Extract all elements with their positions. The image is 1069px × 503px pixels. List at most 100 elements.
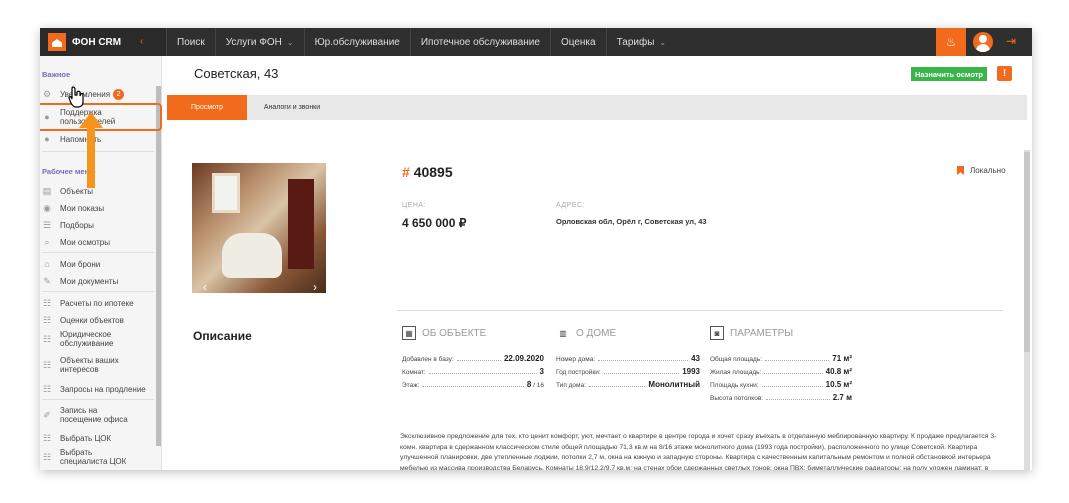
- row-value: 2.7 м: [832, 393, 852, 402]
- nav-legal-label: Юр.обслуживание: [314, 36, 400, 48]
- object-id: # 40895: [402, 164, 453, 180]
- dots: [765, 355, 830, 361]
- sidebar-item-notifications[interactable]: ⚙ Уведомления 2: [42, 89, 154, 100]
- row-label: Жилая площадь:: [710, 369, 762, 376]
- row-value: 1993: [682, 367, 700, 376]
- local-label: Локально: [970, 166, 1006, 175]
- chevron-down-icon: ⌄: [286, 37, 294, 47]
- top-navbar: ФОН CRM ‹ Поиск Услуги ФОН ⌄ Юр.обслужива…: [40, 28, 1032, 56]
- params-heading-text: ПАРАМЕТРЫ: [730, 327, 794, 339]
- about-house-heading-text: О ДОМЕ: [576, 327, 617, 339]
- object-photo[interactable]: ‹ ›: [192, 163, 326, 293]
- photo-door: [288, 179, 314, 269]
- object-card: ‹ › # 40895 Локально ЦЕНА: 4 650 000 ₽ А…: [167, 120, 1027, 470]
- params-heading: ◙ ПАРАМЕТРЫ: [710, 326, 793, 340]
- about-object-heading-text: ОБ ОБЪЕКТЕ: [422, 327, 487, 339]
- dots: [588, 381, 646, 387]
- list-icon: ☷: [42, 297, 52, 308]
- avatar[interactable]: [973, 32, 993, 52]
- main-area: Советская, 43 Назначить осмотр ! Просмот…: [162, 56, 1032, 470]
- alert-button[interactable]: !: [997, 66, 1012, 81]
- nav-valuation[interactable]: Оценка: [549, 28, 606, 56]
- row-label: Номер дома:: [556, 356, 596, 363]
- sidebar-item-valuations[interactable]: ☷ Оценки объектов: [42, 315, 154, 325]
- nav-tariffs[interactable]: Тарифы ⌄: [605, 28, 677, 56]
- list-icon: ☷: [42, 333, 52, 344]
- row-label: Этаж:: [402, 382, 420, 389]
- notifications-bell-icon[interactable]: ♨: [936, 28, 966, 56]
- sidebar-item-extension-requests[interactable]: ☷ Запросы на продление: [42, 384, 154, 394]
- document-icon: ▤: [42, 185, 52, 196]
- price-value: 4 650 000 ₽: [402, 216, 467, 230]
- sidebar-item-my-showings[interactable]: ◉ Мои показы: [42, 203, 154, 213]
- list-icon: ☷: [42, 359, 52, 370]
- gear-icon: ⚙: [42, 89, 52, 99]
- tab-view[interactable]: Просмотр: [167, 95, 247, 120]
- row-house-number: Номер дома: 43: [556, 354, 700, 363]
- sidebar-item-mortgage-calc[interactable]: ☷ Расчеты по ипотеке: [42, 298, 154, 308]
- row-suffix: / 16: [533, 382, 544, 389]
- sidebar-item-label: Выбрать специалиста ЦОК: [60, 448, 127, 466]
- list-icon: ☷: [42, 383, 52, 394]
- pen-icon: ✐: [43, 409, 51, 420]
- search-icon: ⌕: [44, 236, 50, 247]
- dots: [766, 394, 830, 400]
- row-value: 22.09.2020: [503, 354, 544, 363]
- sidebar-item-legal[interactable]: ☷ Юридическое обслуживание: [42, 330, 154, 348]
- row-label: Площадь кухни:: [710, 382, 759, 389]
- sidebar-item-label: Мои показы: [60, 203, 105, 213]
- nav-search-label: Поиск: [177, 36, 205, 48]
- lock-icon: ⌂: [44, 259, 50, 269]
- list-icon: ☷: [42, 432, 52, 443]
- sidebar-item-my-inspections[interactable]: ⌕ Мои осмотры: [42, 237, 154, 247]
- main-scroll-thumb[interactable]: [1024, 152, 1030, 352]
- row-label: Комнат:: [402, 369, 426, 376]
- row-label: Высота потолков:: [710, 395, 764, 402]
- logo[interactable]: ФОН CRM ‹: [40, 28, 166, 56]
- sidebar-item-label: Подборы: [60, 220, 94, 230]
- sidebar-scrollbar[interactable]: [156, 86, 161, 446]
- row-value: 8: [526, 380, 532, 389]
- sidebar-item-my-documents[interactable]: ✎ Мои документы: [42, 276, 154, 286]
- sidebar-item-choose-specialist[interactable]: ☷ Выбрать специалиста ЦОК: [42, 448, 154, 466]
- sidebar-item-label: Запросы на продление: [60, 384, 146, 394]
- chevron-left-icon[interactable]: ‹: [198, 280, 212, 293]
- sidebar-item-my-bookings[interactable]: ⌂ Мои брони: [42, 259, 154, 269]
- sidebar-item-choose-center[interactable]: ☷ Выбрать ЦОК: [42, 433, 154, 443]
- collapse-sidebar-icon[interactable]: ‹: [140, 36, 143, 47]
- chevron-right-icon[interactable]: ›: [308, 280, 322, 293]
- sidebar-item-label: Объекты ваших интересов: [60, 356, 119, 374]
- photo-window: [212, 173, 240, 213]
- row-value: 3: [539, 367, 544, 376]
- divider: [397, 310, 1003, 311]
- up-arrow-annotation-icon: [79, 112, 103, 188]
- bookmark-icon: [957, 166, 964, 175]
- row-rooms: Комнат: 3: [402, 367, 544, 376]
- about-house-heading: ▥ О ДОМЕ: [556, 326, 616, 340]
- sidebar-item-label: Оценки объектов: [60, 315, 124, 325]
- list-icon: ☷: [42, 314, 52, 325]
- tab-analogs-calls[interactable]: Аналоги и звонки: [247, 95, 337, 120]
- logout-icon[interactable]: ⇥: [1006, 34, 1016, 48]
- hash-sign: #: [402, 164, 410, 180]
- address-value: Орловская обл, Орёл г, Советская ул, 43: [556, 217, 707, 226]
- row-label: Общая площадь:: [710, 356, 763, 363]
- dots: [428, 368, 537, 374]
- nav-legal[interactable]: Юр.обслуживание: [303, 28, 410, 56]
- description-text: Эксклюзивное предложение для тех, кто це…: [400, 433, 997, 470]
- logo-text: ФОН CRM: [72, 36, 122, 48]
- row-ceiling-height: Высота потолков: 2.7 м: [710, 393, 852, 402]
- hand-cursor-icon: [68, 86, 84, 108]
- assign-inspection-button[interactable]: Назначить осмотр: [911, 67, 988, 81]
- nav-services[interactable]: Услуги ФОН ⌄: [214, 28, 304, 56]
- nav-search[interactable]: Поиск: [166, 28, 215, 56]
- nav-mortgage[interactable]: Ипотечное обслуживание: [409, 28, 550, 56]
- sidebar-item-office-visit[interactable]: ✐ Запись на посещение офиса: [42, 406, 154, 424]
- sidebar-item-selections[interactable]: ☰ Подборы: [42, 220, 154, 230]
- nav-mortgage-label: Ипотечное обслуживание: [420, 36, 540, 48]
- sidebar-item-interests[interactable]: ☷ Объекты ваших интересов: [42, 356, 154, 374]
- local-flag[interactable]: Локально: [957, 166, 1006, 175]
- row-value: 71 м²: [832, 354, 852, 363]
- sidebar-item-label: Расчеты по ипотеке: [60, 298, 134, 308]
- nav-tariffs-label: Тарифы: [616, 36, 655, 48]
